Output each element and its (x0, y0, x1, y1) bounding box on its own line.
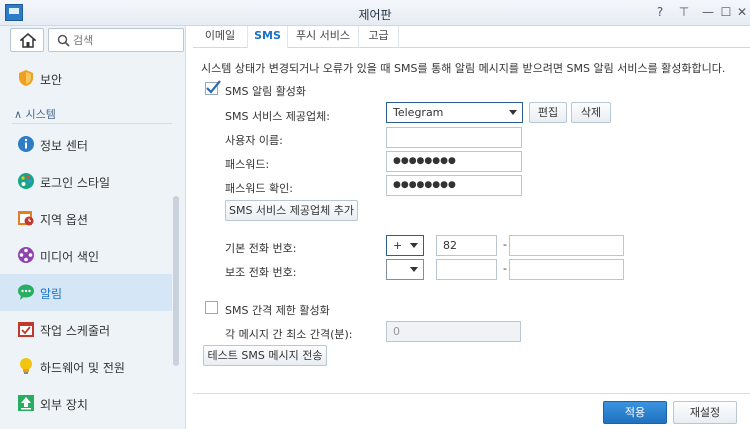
reset-button[interactable]: 재설정 (673, 401, 737, 424)
tab-bar: 이메일 SMS 푸시 서비스 고급 (193, 26, 750, 48)
sidebar-item-label: 알림 (40, 287, 63, 301)
edit-button[interactable]: 편집 (529, 102, 567, 123)
chat-bubble-icon (18, 284, 34, 300)
password-label: 패스워드: (225, 158, 270, 171)
primary-phone-label: 기본 전화 번호: (225, 242, 297, 255)
sidebar-item-label: 미디어 색인 (40, 250, 100, 264)
footer-bar: 적용 재설정 (193, 393, 750, 429)
sidebar-item-security[interactable]: 보안 (0, 60, 172, 97)
upload-icon (18, 395, 34, 411)
sidebar-item-notification[interactable]: 알림 (0, 274, 172, 311)
tab-push-service[interactable]: 푸시 서비스 (288, 26, 359, 48)
home-button[interactable] (10, 28, 44, 52)
section-system-header[interactable]: ∧ 시스템 (14, 106, 56, 122)
sidebar-item-label: 보안 (40, 73, 63, 87)
sidebar-item-media-indexing[interactable]: 미디어 색인 (0, 237, 172, 274)
sidebar-item-label: 작업 스케줄러 (40, 324, 111, 338)
provider-label: SMS 서비스 제공업체: (225, 110, 330, 123)
sidebar-item-label: 하드웨어 및 전원 (40, 361, 125, 375)
provider-select-value: Telegram (393, 106, 444, 119)
sidebar-item-info-center[interactable]: 정보 센터 (0, 126, 172, 163)
clock-calendar-icon (18, 211, 34, 226)
sidebar-scrollbar[interactable] (173, 196, 179, 366)
tab-email[interactable]: 이메일 (193, 26, 248, 48)
enable-sms-checkbox[interactable] (205, 80, 221, 95)
divider (12, 123, 172, 124)
search-box[interactable] (48, 28, 184, 52)
info-icon (18, 136, 34, 152)
dash-separator: - (503, 238, 507, 251)
lightbulb-icon (20, 358, 32, 374)
interval-label: 각 메시지 간 최소 간격(분): (225, 328, 353, 341)
home-icon (20, 33, 36, 48)
interval-field[interactable]: 0 (386, 321, 521, 342)
close-icon[interactable]: ✕ (734, 4, 750, 20)
description-text: 시스템 상태가 변경되거나 오류가 있을 때 SMS를 통해 알림 메시지를 받… (201, 62, 726, 75)
sidebar-item-login-style[interactable]: 로그인 스타일 (0, 163, 172, 200)
confirm-password-label: 패스워드 확인: (225, 182, 293, 195)
sidebar-item-hardware-power[interactable]: 하드웨어 및 전원 (0, 348, 172, 385)
chevron-down-icon (410, 243, 418, 248)
add-provider-button[interactable]: SMS 서비스 제공업체 추가 (225, 200, 358, 221)
secondary-phone-label: 보조 전화 번호: (225, 266, 297, 279)
search-icon (57, 34, 70, 47)
tab-sms[interactable]: SMS (248, 26, 288, 48)
sms-settings-panel: 시스템 상태가 변경되거나 오류가 있을 때 SMS를 통해 알림 메시지를 받… (193, 48, 750, 393)
window-title: 제어판 (358, 8, 392, 22)
delete-button[interactable]: 삭제 (571, 102, 611, 123)
minimize-icon[interactable]: — (700, 4, 716, 20)
help-icon[interactable]: ? (652, 4, 668, 20)
primary-country-code-field[interactable]: 82 (436, 235, 497, 256)
title-bar: 제어판 ? ⊤ — ☐ ✕ (0, 0, 750, 26)
primary-prefix-value: + (393, 239, 403, 252)
sidebar-item-regional-options[interactable]: 지역 옵션 (0, 200, 172, 237)
film-reel-icon (18, 247, 34, 263)
sidebar-item-label: 외부 장치 (40, 398, 88, 412)
secondary-country-code-field[interactable] (436, 259, 497, 280)
dash-separator: - (503, 262, 507, 275)
username-field[interactable] (386, 127, 522, 148)
test-sms-button[interactable]: 테스트 SMS 메시지 전송 (203, 345, 327, 366)
chevron-down-icon (410, 267, 418, 272)
primary-number-field[interactable] (509, 235, 624, 256)
sidebar-item-label: 지역 옵션 (40, 213, 88, 227)
apply-button[interactable]: 적용 (603, 401, 667, 424)
chevron-down-icon (509, 110, 517, 115)
username-label: 사용자 이름: (225, 134, 283, 147)
palette-icon (18, 173, 34, 189)
secondary-prefix-select[interactable] (386, 259, 424, 280)
sidebar-item-external-devices[interactable]: 외부 장치 (0, 385, 172, 422)
password-field[interactable]: ●●●●●●●● (386, 151, 522, 172)
calendar-check-icon (18, 322, 34, 337)
pin-icon[interactable]: ⊤ (676, 4, 692, 20)
sidebar-item-label: 로그인 스타일 (40, 176, 111, 190)
sidebar-item-label: 정보 센터 (40, 139, 88, 153)
sidebar: 보안 ∧ 시스템 정보 센터 로그인 스타일 지역 옵션 (0, 26, 186, 429)
shield-icon (19, 70, 33, 86)
search-input[interactable] (73, 32, 179, 48)
enable-sms-label: SMS 알림 활성화 (225, 85, 307, 98)
confirm-password-field[interactable]: ●●●●●●●● (386, 175, 522, 196)
sidebar-item-task-scheduler[interactable]: 작업 스케줄러 (0, 311, 172, 348)
enable-interval-label: SMS 간격 제한 활성화 (225, 304, 330, 317)
provider-select[interactable]: Telegram (386, 102, 523, 123)
tab-advanced[interactable]: 고급 (359, 26, 399, 48)
primary-prefix-select[interactable]: + (386, 235, 424, 256)
secondary-number-field[interactable] (509, 259, 624, 280)
enable-interval-checkbox[interactable] (205, 301, 218, 314)
maximize-icon[interactable]: ☐ (718, 4, 734, 20)
checkmark-icon (206, 80, 221, 94)
